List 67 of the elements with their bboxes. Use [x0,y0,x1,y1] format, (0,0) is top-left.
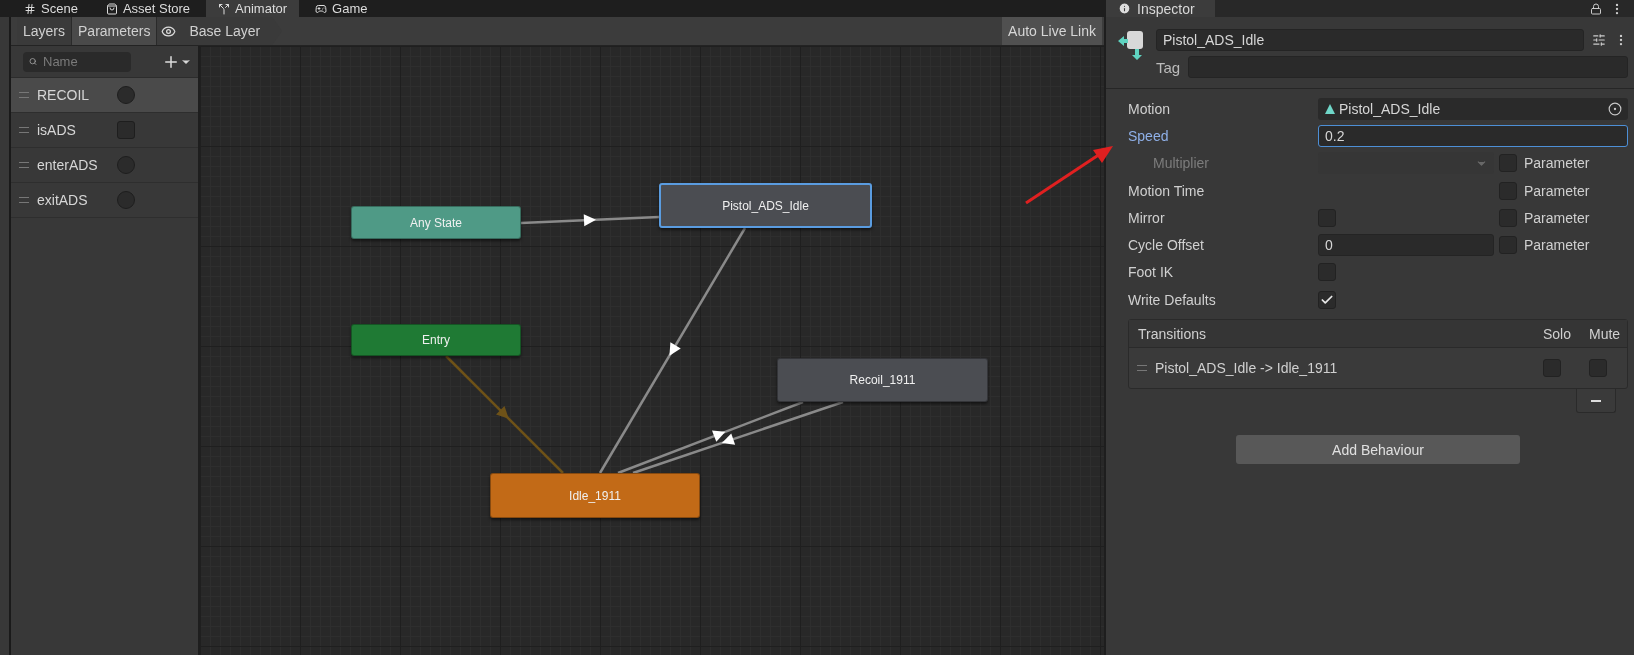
gamepad-icon [315,2,328,15]
lock-icon[interactable] [1590,2,1602,15]
state-node[interactable]: Idle_1911 [490,473,700,518]
drag-handle-icon[interactable] [19,127,29,133]
drag-handle-icon[interactable] [19,162,29,168]
property-label: Multiplier [1152,155,1210,172]
state-node[interactable]: Entry [351,324,521,356]
transition-item[interactable]: Pistol_ADS_Idle -> Idle_1911 [1155,360,1535,377]
state-node[interactable]: Pistol_ADS_Idle [659,183,872,228]
parameter-name: enterADS [37,157,99,173]
add-behaviour-button[interactable]: Add Behaviour [1236,435,1520,465]
parameter-label: Parameter [1524,155,1590,172]
list-header: Transitions [1138,325,1207,342]
grid-icon [24,2,36,15]
remove-button[interactable] [1576,389,1616,414]
parameter-row[interactable]: RECOIL [11,78,198,113]
drag-handle-icon[interactable] [19,197,29,203]
branch-icon [218,2,231,15]
editor-tab[interactable]: Scene [12,0,90,17]
auto-live-link-button[interactable]: Auto Live Link [1002,17,1102,45]
parameter-label: Parameter [1524,209,1590,226]
drag-handle-icon[interactable] [19,92,29,98]
column-header: Solo [1543,325,1573,342]
trigger-toggle[interactable] [117,191,135,209]
property-label: Foot IK [1128,264,1175,281]
motion-field[interactable]: Pistol_ADS_Idle [1318,97,1628,120]
settings-icon[interactable] [1592,33,1606,47]
parameter-label: Parameter [1524,237,1590,254]
property-label: Cycle Offset [1128,237,1205,254]
object-picker-icon[interactable] [1608,101,1622,116]
animation-clip-icon [1324,102,1336,115]
info-icon [1118,2,1131,15]
editor-tab[interactable]: Game [303,0,380,17]
minus-icon [1591,399,1601,402]
editor-tab[interactable]: Animator [206,0,300,17]
search-input[interactable]: Name [41,53,125,70]
state-node[interactable]: Recoil_1911 [777,358,988,402]
parameter-name: isADS [37,122,77,138]
property-label: Motion Time [1128,182,1206,199]
panel-tab[interactable]: Parameters [72,17,158,45]
number-field[interactable]: 0 [1318,234,1494,257]
inspector-tab[interactable]: Inspector [1106,0,1215,17]
search-icon [29,56,37,67]
property-label: Mirror [1128,209,1166,226]
transition-arrow[interactable] [520,214,660,227]
column-header: Mute [1589,325,1622,342]
checkbox[interactable] [1589,359,1607,378]
trigger-toggle[interactable] [117,86,135,104]
trigger-toggle[interactable] [117,156,135,174]
state-icon [1116,29,1146,61]
parameter-name: RECOIL [37,87,91,103]
search-field[interactable]: Name [23,51,131,72]
drag-handle-icon[interactable] [1137,365,1147,372]
checkbox[interactable] [1318,290,1336,309]
state-name-field[interactable]: Pistol_ADS_Idle [1156,29,1584,51]
parameter-name: exitADS [37,192,89,208]
number-field[interactable]: 0.2 [1318,124,1628,147]
bool-checkbox[interactable] [117,121,135,139]
property-label: Write Defaults [1128,291,1217,308]
editor-tab[interactable]: Asset Store [93,0,203,17]
property-label: Motion [1128,100,1172,117]
property-label: Speed [1128,127,1170,144]
eye-icon[interactable] [161,23,177,39]
tag-label: Tag [1156,58,1181,76]
bag-icon [105,2,118,15]
checkbox[interactable] [1543,359,1561,378]
parameter-label: Parameter [1524,182,1590,199]
